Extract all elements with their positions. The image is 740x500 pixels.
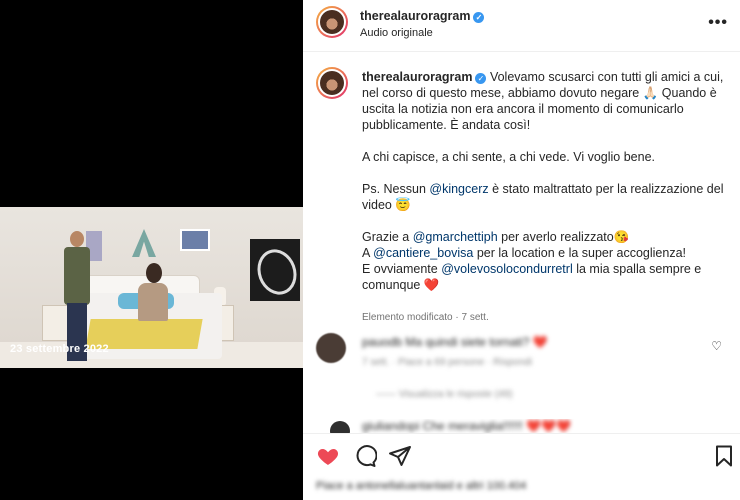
comment-text: giuliandopi Che meraviglia!!!!!! ❤️❤️❤️ — [362, 419, 571, 433]
send-icon[interactable] — [388, 444, 412, 468]
mention-link[interactable]: @kingcerz — [429, 182, 488, 196]
caption-para2: A chi capisce, a chi sente, a chi vede. … — [362, 150, 656, 164]
caption-para3-text: Ps. Nessun — [362, 182, 430, 196]
verified-badge-icon: ✓ — [475, 73, 487, 84]
comment-icon[interactable] — [353, 444, 377, 468]
post-panel: therealauroragram ✓ Audio originale ••• t… — [303, 0, 740, 500]
mention-link[interactable]: @cantiere_bovisa — [373, 246, 473, 260]
caption-para4-text: A — [362, 246, 374, 260]
media-pane: 23 settembre 2022 — [0, 0, 303, 500]
comment-meta[interactable]: 7 sett. · Piace a 69 persone · Rispondi — [362, 357, 532, 368]
post-header: therealauroragram ✓ Audio originale ••• — [303, 0, 740, 52]
comment-text: pauodb Ma quindi siete tornati? ❤️ — [362, 335, 548, 349]
comment-like-heart-icon[interactable]: ♡ — [711, 339, 722, 353]
audio-label[interactable]: Audio originale — [360, 27, 433, 39]
wall-photo — [180, 229, 210, 251]
woman-figure — [138, 263, 168, 321]
comment-item: pauodb Ma quindi siete tornati? ❤️ 7 set… — [316, 333, 728, 405]
likes-summary[interactable]: Piace a antonellaluantanlaid e altri 100… — [316, 480, 526, 492]
mention-link[interactable]: @volevosolocondurretrl — [441, 262, 573, 276]
post-username[interactable]: therealauroragram ✓ — [360, 9, 485, 23]
caption-username[interactable]: therealauroragram — [362, 70, 472, 84]
comment-avatar[interactable] — [330, 421, 350, 433]
video-caption: 23 settembre 2022 — [10, 343, 109, 355]
username-text[interactable]: therealauroragram — [360, 9, 470, 23]
caption-para4-text: E ovviamente — [362, 262, 442, 276]
caption-para4-text: per la location e la super accoglienza! — [473, 246, 687, 260]
verified-badge-icon: ✓ — [473, 12, 485, 23]
more-options-icon[interactable]: ••• — [708, 14, 728, 32]
comment-avatar[interactable] — [316, 333, 346, 363]
comment-item: giuliandopi Che meraviglia!!!!!! ❤️❤️❤️ — [316, 419, 728, 433]
heart-icon[interactable] — [316, 444, 340, 468]
wall-painting — [250, 239, 300, 301]
caption-text: therealauroragram ✓ Volevamo scusarci con… — [362, 69, 724, 293]
caption-avatar[interactable] — [316, 67, 348, 99]
comments-scroll[interactable]: therealauroragram ✓ Volevamo scusarci con… — [303, 53, 740, 433]
caption-para4-text: per averlo realizzato😘 — [497, 230, 630, 244]
avatar[interactable] — [316, 6, 348, 38]
bookmark-icon[interactable] — [712, 444, 736, 468]
caption-meta: Elemento modificato · 7 sett. — [362, 312, 489, 323]
caption-para4-text: Grazie a — [362, 230, 413, 244]
action-bar — [303, 433, 740, 477]
mention-link[interactable]: @gmarchettiph — [413, 230, 498, 244]
view-replies-link[interactable]: —— Visualizza le risposte (49) — [376, 389, 513, 400]
video-player[interactable]: 23 settembre 2022 — [0, 207, 303, 368]
